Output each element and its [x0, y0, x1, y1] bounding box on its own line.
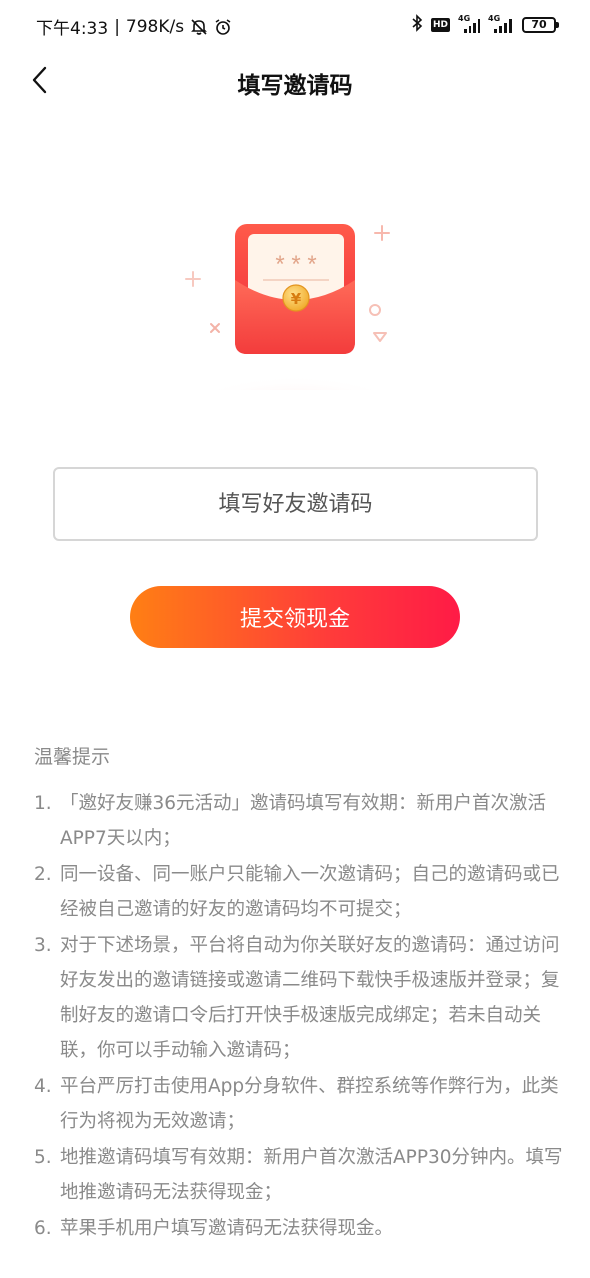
- status-right: HD 4G 4G 70: [411, 13, 559, 35]
- coin-symbol: ¥: [291, 290, 302, 308]
- nav-bar: 填写邀请码: [0, 52, 590, 108]
- status-separator: |: [114, 16, 120, 37]
- card-text: * * *: [275, 251, 316, 278]
- signal-icon-2: 4G: [488, 13, 514, 33]
- battery-icon: 70: [522, 16, 559, 33]
- tip-item: 6. 苹果手机用户填写邀请码无法获得现金。: [34, 1218, 394, 1239]
- tip-item: 5. 地推邀请码填写有效期：新用户首次激活APP30分钟内。填写地推邀请码无法获得…: [34, 1147, 563, 1203]
- signal-icon-1: 4G: [458, 13, 480, 33]
- submit-claim-cash-button[interactable]: 提交领现金: [130, 586, 460, 648]
- signal-2-label: 4G: [488, 13, 501, 23]
- tips-title: 温馨提示: [34, 746, 111, 768]
- red-envelope-illustration: * * * ¥: [175, 210, 415, 435]
- signal-1-label: 4G: [458, 13, 471, 23]
- status-left: 下午4:33 | 798K/s: [36, 14, 232, 39]
- mute-icon: [190, 18, 208, 36]
- status-net-speed: 798K/s: [125, 16, 185, 37]
- page-title: 填写邀请码: [237, 73, 353, 99]
- bluetooth-icon: [411, 14, 423, 35]
- tip-item: 1. 「邀好友赚36元活动」邀请码填写有效期：新用户首次激活APP7天以内；: [34, 793, 547, 849]
- tips-list: 1. 「邀好友赚36元活动」邀请码填写有效期：新用户首次激活APP7天以内； 2.…: [34, 786, 564, 1247]
- battery-level: 70: [531, 18, 547, 31]
- status-bar: 下午4:33 | 798K/s HD 4G 4G 70: [0, 0, 590, 52]
- alarm-icon: [214, 18, 232, 36]
- tip-item: 2. 同一设备、同一账户只能输入一次邀请码；自己的邀请码或已经被自己邀请的好友的邀…: [34, 864, 560, 920]
- hd-badge: HD: [430, 17, 450, 32]
- status-time: 下午4:33: [36, 19, 109, 39]
- plus-decoration-icon: [374, 225, 390, 241]
- invite-code-input[interactable]: [53, 467, 538, 541]
- tip-item: 4. 平台严厉打击使用App分身软件、群控系统等作弊行为，此类行为将视为无效邀请；: [34, 1076, 559, 1132]
- tip-item: 3. 对于下述场景，平台将自动为你关联好友的邀请码：通过访问好友发出的邀请链接或邀…: [34, 935, 560, 1061]
